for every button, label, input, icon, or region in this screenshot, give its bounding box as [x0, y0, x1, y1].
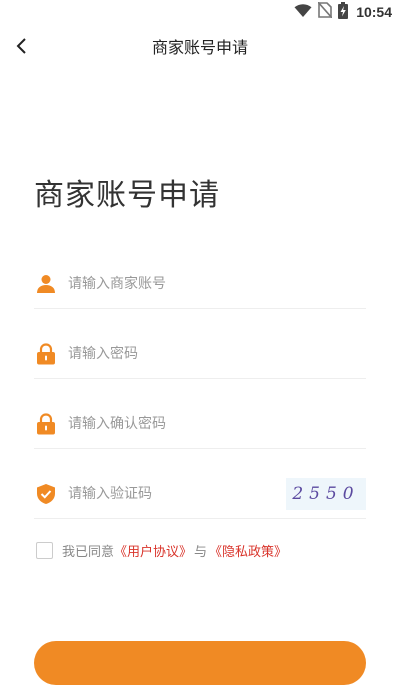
no-sim-icon	[317, 1, 333, 22]
captcha-code: 2550	[292, 484, 360, 504]
nav-title: 商家账号申请	[151, 38, 248, 57]
shield-check-icon	[34, 482, 58, 506]
agreement-connector: 与	[194, 544, 208, 560]
password-row	[34, 330, 366, 379]
status-time: 10:54	[356, 4, 392, 20]
nav-bar: 商家账号申请	[0, 24, 400, 68]
captcha-row: 2550	[34, 470, 366, 519]
agreement-checkbox[interactable]	[36, 541, 53, 559]
user-icon	[34, 272, 58, 296]
lock-icon	[34, 412, 58, 436]
battery-charging-icon	[338, 1, 349, 23]
agreement-prefix: 我已同意	[62, 544, 115, 560]
captcha-image[interactable]: 2550	[286, 478, 366, 510]
submit-button[interactable]	[34, 641, 366, 685]
confirm-password-row	[34, 400, 366, 449]
password-input[interactable]	[68, 339, 366, 369]
account-row	[34, 260, 366, 309]
status-bar: 10:54	[0, 0, 400, 24]
account-input[interactable]	[68, 269, 366, 299]
status-icons: 10:54	[294, 1, 392, 23]
confirm-password-input[interactable]	[68, 409, 366, 439]
page-title: 商家账号申请	[34, 178, 220, 213]
captcha-input[interactable]	[68, 479, 286, 509]
wifi-icon	[294, 3, 312, 22]
user-agreement-link[interactable]: 《用户协议》	[114, 541, 192, 560]
agreement-row: 我已同意 《用户协议》 与 《隐私政策》	[36, 540, 287, 560]
lock-icon	[34, 342, 58, 366]
privacy-policy-link[interactable]: 《隐私政策》	[209, 541, 287, 560]
